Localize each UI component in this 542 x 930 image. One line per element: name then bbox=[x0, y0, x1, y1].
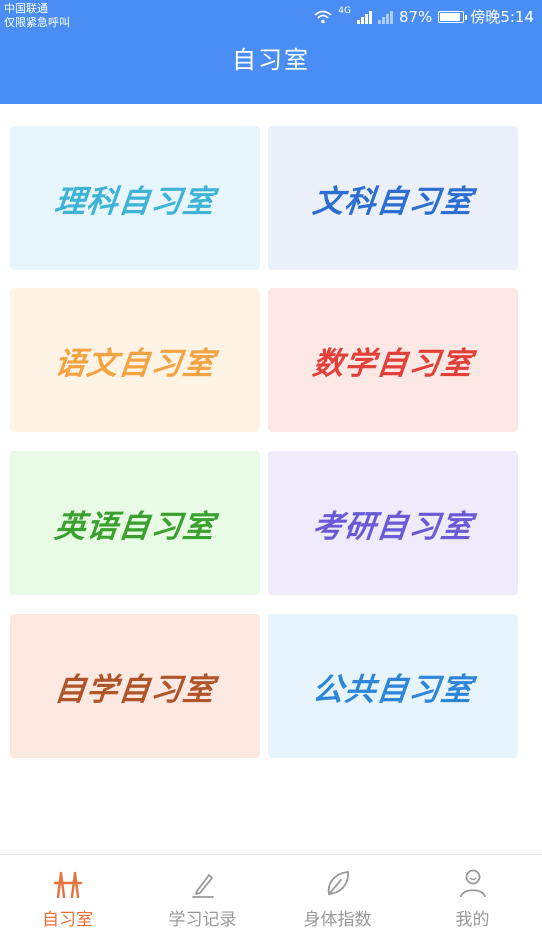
study-room-icon bbox=[53, 871, 82, 899]
app-header: 中国联通 仅限紧急呼叫 4G 87% 傍晚5:14 自习室 bbox=[0, 0, 542, 104]
room-card-english[interactable]: 英语自习室 bbox=[10, 451, 260, 595]
room-card-label: 语文自习室 bbox=[52, 345, 217, 382]
tab-label: 学习记录 bbox=[168, 910, 237, 930]
room-card-postgrad[interactable]: 考研自习室 bbox=[268, 451, 518, 595]
room-card-label: 数学自习室 bbox=[310, 345, 475, 382]
room-card-arts[interactable]: 文科自习室 bbox=[268, 126, 518, 270]
signal-icon bbox=[356, 10, 372, 24]
tab-mine[interactable]: 我的 bbox=[405, 855, 540, 930]
tab-label: 自习室 bbox=[42, 910, 93, 930]
room-card-chinese[interactable]: 语文自习室 bbox=[10, 288, 260, 432]
battery-icon bbox=[438, 10, 468, 23]
pen-icon bbox=[191, 874, 214, 898]
room-card-label: 考研自习室 bbox=[310, 508, 475, 545]
room-card-label: 自学自习室 bbox=[52, 671, 217, 708]
tab-label: 我的 bbox=[455, 910, 490, 930]
carrier-name: 中国联通 bbox=[4, 2, 48, 15]
battery-percent: 87% bbox=[398, 7, 433, 26]
room-card-label: 理科自习室 bbox=[52, 183, 217, 220]
wifi-icon bbox=[314, 10, 332, 23]
emergency-text: 仅限紧急呼叫 bbox=[4, 16, 70, 29]
room-card-label: 公共自习室 bbox=[310, 671, 475, 708]
tab-label: 身体指数 bbox=[303, 910, 372, 930]
room-card-public[interactable]: 公共自习室 bbox=[268, 614, 518, 758]
status-bar-left: 中国联通 仅限紧急呼叫 bbox=[4, 2, 70, 30]
user-icon bbox=[459, 869, 486, 898]
network-type: 4G bbox=[338, 6, 351, 16]
bottom-tab-bar: 自习室 学习记录 身体指数 我的 bbox=[0, 854, 542, 930]
tab-body-index[interactable]: 身体指数 bbox=[270, 855, 405, 930]
room-card-label: 英语自习室 bbox=[52, 508, 217, 545]
tab-study-records[interactable]: 学习记录 bbox=[135, 855, 270, 930]
page-title: 自习室 bbox=[232, 46, 310, 74]
room-card-label: 文科自习室 bbox=[310, 183, 475, 220]
room-card-self-study[interactable]: 自学自习室 bbox=[10, 614, 260, 758]
tab-study-room[interactable]: 自习室 bbox=[0, 855, 135, 930]
signal-2-icon bbox=[377, 10, 393, 24]
clock-time: 傍晚5:14 bbox=[470, 8, 534, 26]
room-card-math[interactable]: 数学自习室 bbox=[268, 288, 518, 432]
room-card-science[interactable]: 理科自习室 bbox=[10, 126, 260, 270]
status-bar-right: 4G 87% 傍晚5:14 bbox=[314, 6, 534, 27]
leaf-icon bbox=[327, 871, 349, 895]
